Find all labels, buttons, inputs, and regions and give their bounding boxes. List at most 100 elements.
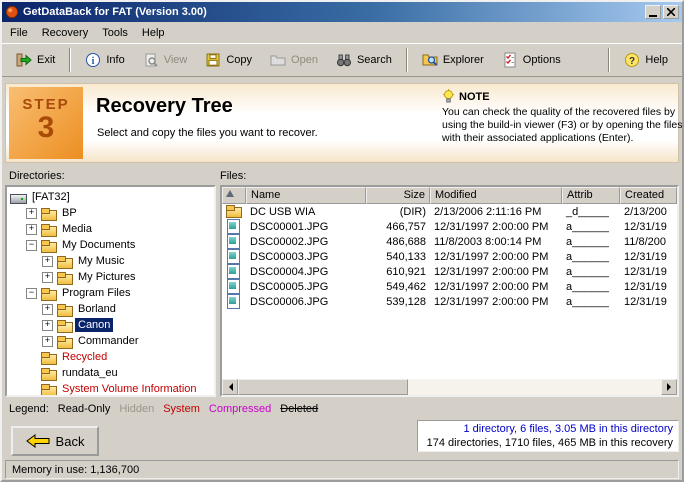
info-button[interactable]: i Info [76,47,133,73]
menu-item-tools[interactable]: Tools [95,24,135,42]
column-header-modified[interactable]: Modified [430,187,562,204]
scrollbar-thumb[interactable] [238,379,408,395]
collapse-icon[interactable]: − [26,288,37,299]
file-modified: 12/31/1997 2:00:00 PM [430,251,562,263]
collapse-icon[interactable]: − [26,240,37,251]
minimize-icon [649,15,657,17]
file-attrib: a______ [562,236,620,248]
tree-item-rundata-eu[interactable]: rundata_eu [7,365,214,381]
explorer-icon [422,52,438,68]
toolbar-separator [69,48,71,72]
file-row-dsc00001-jpg[interactable]: DSC00001.JPG466,75712/31/1997 2:00:00 PM… [222,219,677,234]
file-row-dc-usb-wia[interactable]: DC USB WIA(DIR)2/13/2006 2:11:16 PM_d___… [222,204,677,219]
tree-item-bp[interactable]: +BP [7,205,214,221]
file-created: 2/13/200 [620,206,677,218]
close-button[interactable] [663,5,679,19]
tree-item-fat32[interactable]: [FAT32] [7,189,214,205]
memory-status: Memory in use: 1,136,700 [12,464,139,476]
files-body: DC USB WIA(DIR)2/13/2006 2:11:16 PM_d___… [222,204,677,379]
file-row-dsc00005-jpg[interactable]: DSC00005.JPG549,46212/31/1997 2:00:00 PM… [222,279,677,294]
copy-button[interactable]: Copy [196,47,261,73]
file-row-dsc00002-jpg[interactable]: DSC00002.JPG486,68811/8/2003 8:00:14 PMa… [222,234,677,249]
step-badge: STEP 3 [9,87,83,159]
file-row-dsc00003-jpg[interactable]: DSC00003.JPG540,13312/31/1997 2:00:00 PM… [222,249,677,264]
folder-icon [40,367,56,380]
back-button[interactable]: Back [11,426,99,456]
search-icon [336,52,352,68]
summary-box: 1 directory, 6 files, 3.05 MB in this di… [417,420,679,452]
window-title: GetDataBack for FAT (Version 3.00) [23,6,643,18]
column-header-created[interactable]: Created [620,187,677,204]
scroll-left-button[interactable] [222,379,238,395]
expand-icon[interactable]: + [26,208,37,219]
legend-hidden: Hidden [119,403,154,415]
file-name: DSC00004.JPG [246,266,366,278]
legend-compressed: Compressed [209,403,271,415]
file-icon-cell [222,294,246,310]
menu-item-recovery[interactable]: Recovery [35,24,95,42]
search-button[interactable]: Search [327,47,401,73]
tree-item-label: My Documents [59,238,138,252]
directory-tree: [FAT32]+BP+Media − My Documents + My Music+M… [5,185,216,397]
jpg-file-icon [225,234,241,247]
help-button[interactable]: ? Help [615,47,677,73]
app-icon [5,5,19,19]
legend-deleted: Deleted [280,403,318,415]
expand-icon[interactable]: + [26,224,37,235]
expand-icon[interactable]: + [42,336,53,347]
legend-read-only: Read-Only [58,403,111,415]
file-row-dsc00006-jpg[interactable]: DSC00006.JPG539,12812/31/1997 2:00:00 PM… [222,294,677,309]
expand-icon[interactable]: + [42,304,53,315]
menu-item-help[interactable]: Help [135,24,172,42]
svg-text:i: i [92,56,95,67]
expand-icon[interactable]: + [42,272,53,283]
tree-item-media[interactable]: +Media [7,221,214,237]
tree-item-my-pictures[interactable]: +My Pictures [7,269,214,285]
open-label: Open [291,54,318,66]
tree-item-system-volume-information[interactable]: System Volume Information [7,381,214,397]
sort-column-header[interactable] [222,187,246,204]
exit-button[interactable]: Exit [7,47,64,73]
tree-item-commander[interactable]: +Commander [7,333,214,349]
file-modified: 12/31/1997 2:00:00 PM [430,296,562,308]
folder-icon [56,303,72,316]
tree-item-borland[interactable]: +Borland [7,301,214,317]
expand-icon[interactable]: + [42,256,53,267]
file-created: 12/31/19 [620,266,677,278]
copy-icon [205,52,221,68]
scroll-right-button[interactable] [661,379,677,395]
note-header: NOTE [442,89,684,104]
file-created: 12/31/19 [620,221,677,233]
file-modified: 2/13/2006 2:11:16 PM [430,206,562,218]
tree-item-my-documents[interactable]: − My Documents [7,237,214,253]
tree-item-canon[interactable]: +Canon [7,317,214,333]
title-bar[interactable]: GetDataBack for FAT (Version 3.00) [2,2,682,22]
file-name: DSC00003.JPG [246,251,366,263]
column-header-size[interactable]: Size [366,187,430,204]
expand-icon[interactable]: + [42,320,53,331]
tree-item-my-music[interactable]: + My Music [7,253,214,269]
tree-item-label: My Music [75,254,127,268]
exit-icon [16,52,32,68]
tree-item-recycled[interactable]: Recycled [7,349,214,365]
horizontal-scrollbar[interactable] [222,379,677,395]
toolbar-separator [406,48,408,72]
explorer-label: Explorer [443,54,484,66]
minimize-button[interactable] [645,5,661,19]
menu-item-file[interactable]: File [3,24,35,42]
file-size: (DIR) [366,206,430,218]
explorer-button[interactable]: Explorer [413,47,493,73]
column-header-attrib[interactable]: Attrib [562,187,620,204]
file-row-dsc00004-jpg[interactable]: DSC00004.JPG610,92112/31/1997 2:00:00 PM… [222,264,677,279]
scrollbar-track[interactable] [408,379,661,395]
options-button[interactable]: Options [493,47,570,73]
file-icon-cell [222,264,246,280]
view-button[interactable]: View [134,47,197,73]
view-label: View [164,54,188,66]
files-panel: Name Size Modified Attrib Created DC USB… [220,185,679,397]
open-button[interactable]: Open [261,47,327,73]
legend-items: Read-OnlyHiddenSystemCompressedDeleted [58,403,318,415]
folder-icon [56,335,72,348]
column-header-name[interactable]: Name [246,187,366,204]
tree-item-program-files[interactable]: −Program Files [7,285,214,301]
